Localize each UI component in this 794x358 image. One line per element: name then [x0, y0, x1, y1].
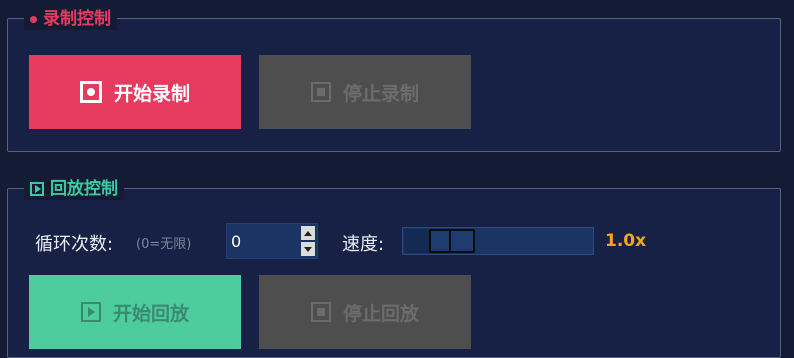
- speed-label: 速度:: [342, 234, 385, 255]
- speed-slider-handle[interactable]: [429, 229, 475, 253]
- arrow-up-icon: [304, 230, 312, 236]
- loop-count-hint: (0=无限): [136, 237, 192, 252]
- start-playback-button[interactable]: 开始回放: [29, 275, 241, 349]
- play-icon: [80, 302, 101, 322]
- stop-icon: [310, 82, 331, 102]
- spin-up-button[interactable]: [301, 226, 315, 240]
- record-icon: [79, 81, 102, 103]
- spin-down-button[interactable]: [301, 242, 315, 256]
- play-icon: [30, 182, 44, 196]
- speed-value: 1.0x: [605, 231, 647, 251]
- playback-title-text: 回放控制: [50, 179, 118, 199]
- stop-recording-button[interactable]: 停止录制: [259, 55, 471, 129]
- loop-count-spinbox[interactable]: 0: [226, 223, 318, 259]
- stop-playback-label: 停止回放: [342, 302, 419, 325]
- stop-recording-label: 停止录制: [342, 82, 419, 105]
- spin-buttons: [301, 226, 315, 256]
- start-playback-label: 开始回放: [112, 302, 189, 325]
- playback-group-title: 回放控制: [24, 178, 124, 200]
- speed-slider-fill: [404, 229, 429, 253]
- stop-playback-button[interactable]: 停止回放: [259, 275, 471, 349]
- start-recording-label: 开始录制: [113, 82, 190, 105]
- stop-icon: [310, 302, 331, 322]
- recording-title-text: 录制控制: [43, 9, 111, 29]
- speed-slider[interactable]: [402, 227, 594, 255]
- loop-count-value[interactable]: 0: [231, 232, 241, 251]
- arrow-down-icon: [304, 246, 312, 252]
- loop-count-label: 循环次数:: [35, 234, 114, 255]
- recording-group-title: 录制控制: [24, 8, 117, 30]
- start-recording-button[interactable]: 开始录制: [29, 55, 241, 129]
- record-dot-icon: [30, 15, 37, 23]
